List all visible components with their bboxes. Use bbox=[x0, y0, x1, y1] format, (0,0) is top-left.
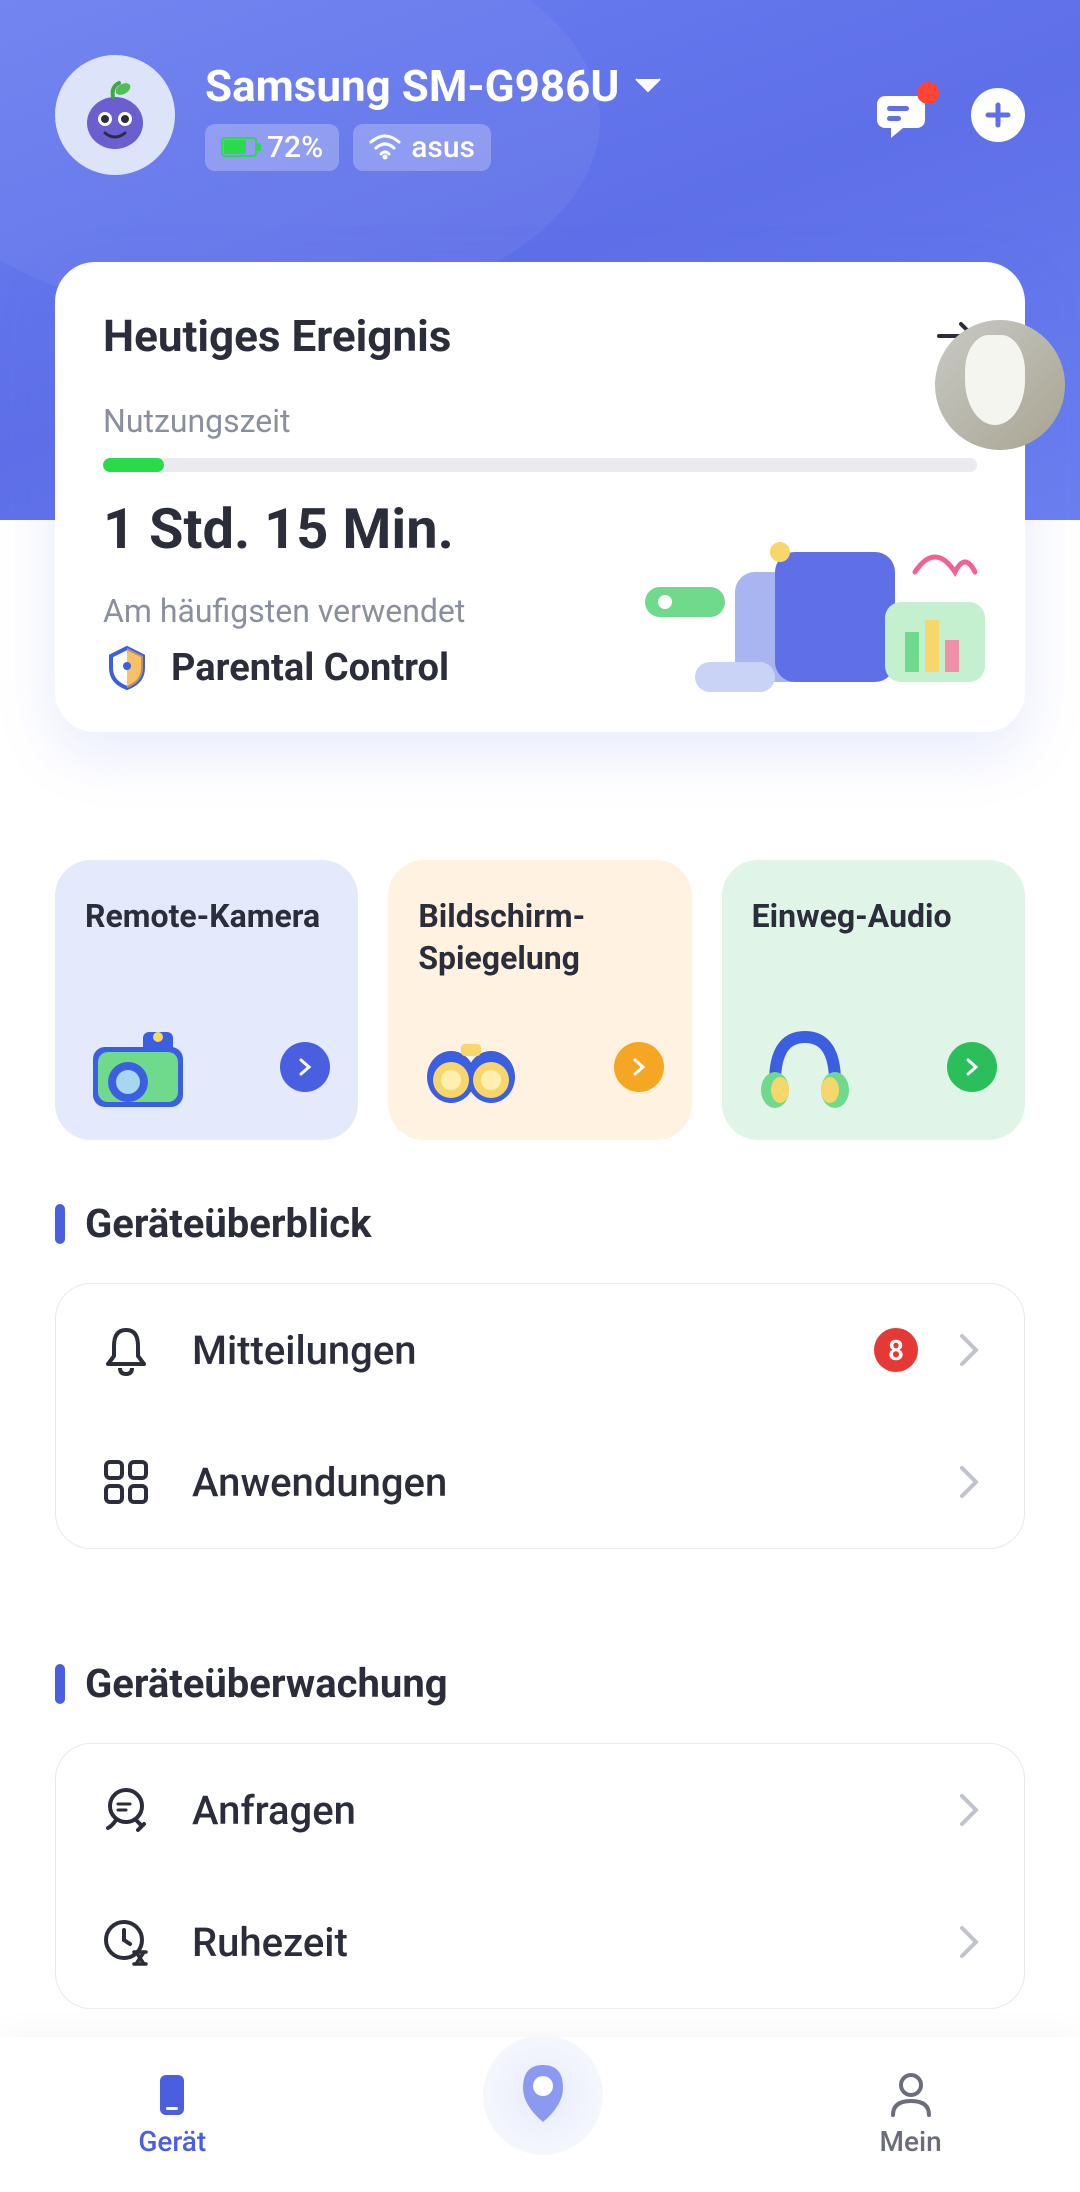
arrow-button bbox=[280, 1042, 330, 1092]
request-icon bbox=[100, 1784, 152, 1836]
device-monitoring-section: Geräteüberwachung Anfragen Ruhezeit bbox=[55, 1660, 1025, 2009]
list-label: Anfragen bbox=[192, 1787, 918, 1834]
feature-title: Remote-Kamera bbox=[85, 896, 328, 938]
binoculars-icon bbox=[416, 1022, 526, 1112]
downtime-item[interactable]: Ruhezeit bbox=[56, 1876, 1024, 2008]
device-selector[interactable]: Samsung SM-G986U bbox=[205, 60, 841, 112]
notifications-item[interactable]: Mitteilungen 8 bbox=[56, 1284, 1024, 1416]
person-icon bbox=[887, 2071, 935, 2119]
usage-label: Nutzungszeit bbox=[103, 402, 977, 440]
camera-icon bbox=[83, 1022, 193, 1112]
nav-device[interactable]: Gerät bbox=[138, 2071, 206, 2158]
remote-camera-card[interactable]: Remote-Kamera bbox=[55, 860, 358, 1140]
device-info: Samsung SM-G986U 72% asus bbox=[205, 60, 841, 171]
section-header: Geräteüberwachung bbox=[55, 1660, 1025, 1707]
chevron-right-icon bbox=[958, 1792, 980, 1828]
nav-mine[interactable]: Mein bbox=[879, 2071, 941, 2158]
arrow-button bbox=[614, 1042, 664, 1092]
status-row: 72% asus bbox=[205, 124, 841, 171]
section-accent-bar bbox=[55, 1664, 65, 1704]
card-header: Heutiges Ereignis bbox=[103, 310, 977, 362]
action-icons bbox=[871, 88, 1025, 142]
battery-icon bbox=[221, 137, 257, 157]
feature-cards-row: Remote-Kamera Bildschirm-Spiegelung bbox=[55, 860, 1025, 1140]
device-icon bbox=[148, 2071, 196, 2119]
today-event-card[interactable]: Heutiges Ereignis Nutzungszeit 1 Std. 15… bbox=[55, 262, 1025, 732]
device-overview-section: Geräteüberblick Mitteilungen 8 Anwendung… bbox=[55, 1200, 1025, 1549]
one-way-audio-card[interactable]: Einweg-Audio bbox=[722, 860, 1025, 1140]
nav-label: Mein bbox=[879, 2125, 941, 2158]
bell-icon bbox=[100, 1324, 152, 1376]
chevron-right-icon bbox=[958, 1332, 980, 1368]
feature-title: Einweg-Audio bbox=[752, 896, 995, 938]
wifi-name: asus bbox=[411, 130, 475, 165]
clock-hourglass-icon bbox=[100, 1916, 152, 1968]
chevron-right-icon bbox=[962, 1057, 982, 1077]
requests-item[interactable]: Anfragen bbox=[56, 1744, 1024, 1876]
progress-fill bbox=[103, 458, 164, 472]
card-illustration bbox=[635, 532, 995, 712]
list-label: Ruhezeit bbox=[192, 1919, 918, 1966]
chat-button[interactable] bbox=[871, 90, 931, 140]
nav-location[interactable] bbox=[483, 2035, 603, 2155]
grape-avatar-icon bbox=[75, 75, 155, 155]
apps-grid-icon bbox=[100, 1456, 152, 1508]
wifi-icon bbox=[369, 134, 401, 160]
overview-list: Mitteilungen 8 Anwendungen bbox=[55, 1283, 1025, 1549]
shield-app-icon bbox=[103, 644, 151, 692]
profile-photo-bubble[interactable] bbox=[935, 320, 1065, 450]
list-label: Mitteilungen bbox=[192, 1327, 834, 1374]
nav-label: Gerät bbox=[138, 2125, 206, 2158]
section-accent-bar bbox=[55, 1204, 65, 1244]
applications-item[interactable]: Anwendungen bbox=[56, 1416, 1024, 1548]
usage-progress bbox=[103, 458, 977, 472]
feature-title: Bildschirm-Spiegelung bbox=[418, 896, 661, 979]
battery-pill: 72% bbox=[205, 124, 339, 171]
arrow-button bbox=[947, 1042, 997, 1092]
section-title: Geräteüberwachung bbox=[85, 1660, 448, 1707]
section-header: Geräteüberblick bbox=[55, 1200, 1025, 1247]
child-avatar[interactable] bbox=[55, 55, 175, 175]
chevron-right-icon bbox=[295, 1057, 315, 1077]
screen-mirroring-card[interactable]: Bildschirm-Spiegelung bbox=[388, 860, 691, 1140]
chevron-down-icon bbox=[634, 77, 662, 95]
section-title: Geräteüberblick bbox=[85, 1200, 371, 1247]
wifi-pill: asus bbox=[353, 124, 491, 171]
chevron-right-icon bbox=[958, 1924, 980, 1960]
plus-icon bbox=[985, 102, 1011, 128]
notification-dot bbox=[917, 82, 939, 104]
add-button[interactable] bbox=[971, 88, 1025, 142]
monitoring-list: Anfragen Ruhezeit bbox=[55, 1743, 1025, 2009]
card-title: Heutiges Ereignis bbox=[103, 310, 451, 362]
battery-percent: 72% bbox=[267, 130, 323, 165]
app-name: Parental Control bbox=[171, 646, 449, 690]
chevron-right-icon bbox=[958, 1464, 980, 1500]
list-label: Anwendungen bbox=[192, 1459, 918, 1506]
bottom-navigation: Gerät Mein bbox=[0, 2037, 1080, 2192]
headphones-icon bbox=[750, 1022, 860, 1112]
top-bar: Samsung SM-G986U 72% asus bbox=[55, 55, 1025, 175]
device-name-label: Samsung SM-G986U bbox=[205, 60, 619, 112]
chevron-right-icon bbox=[629, 1057, 649, 1077]
count-badge: 8 bbox=[874, 1328, 918, 1372]
location-pin-icon bbox=[513, 2060, 573, 2130]
